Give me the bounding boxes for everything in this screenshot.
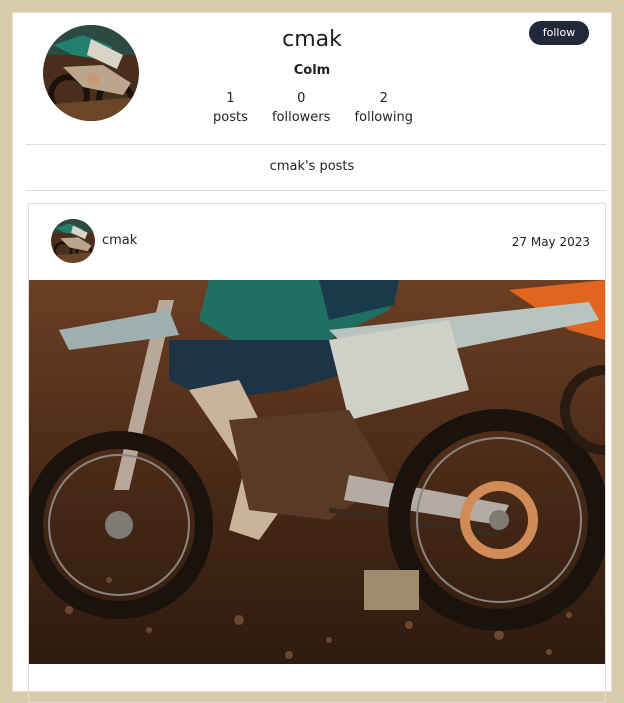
stat-following-count: 2 [379,91,388,106]
stat-following[interactable]: 2 following [355,89,413,127]
post-image[interactable] [29,280,605,664]
motocross-avatar-image [51,219,95,263]
stat-followers-label: followers [271,110,331,125]
divider [26,190,606,191]
posts-heading: cmak's posts [269,159,355,174]
stat-followers[interactable]: 0 followers [272,89,330,127]
profile-card: cmak Colm 1 posts 0 followers 2 followin… [12,12,612,703]
post-card[interactable]: cmak 27 May 2023 [28,203,606,703]
dirt-bike-photo [29,280,605,664]
stat-following-label: following [354,110,413,125]
stat-posts-count: 1 [226,91,235,106]
post-date: 27 May 2023 [511,235,590,249]
follow-button[interactable]: follow [529,21,589,45]
profile-full-name: Colm [293,63,331,78]
stat-posts-label: posts [213,110,248,125]
profile-stats: 1 posts 0 followers 2 following [213,89,413,127]
divider [26,144,606,145]
post-author-avatar[interactable] [51,219,95,263]
profile-username: cmak [282,27,342,52]
stat-followers-count: 0 [297,91,306,106]
stat-posts[interactable]: 1 posts [213,89,248,127]
post-author-name[interactable]: cmak [102,233,137,248]
